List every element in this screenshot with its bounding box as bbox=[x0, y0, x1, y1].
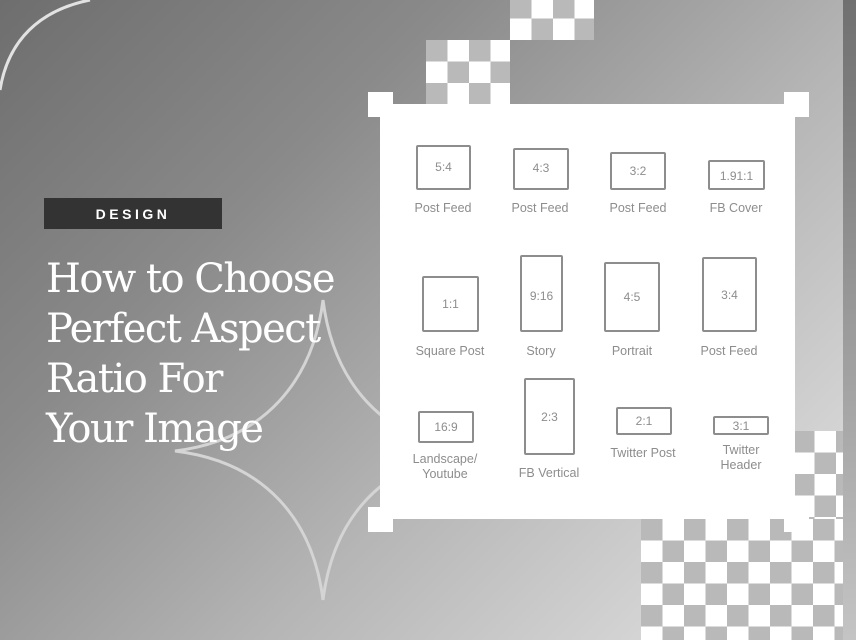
ratio-box-4-5: 4:5 bbox=[604, 262, 660, 332]
ratio-box-1-1: 1:1 bbox=[422, 276, 479, 332]
headline-line: Your Image bbox=[46, 406, 264, 452]
ratio-value: 1.91:1 bbox=[719, 169, 754, 183]
category-badge-label: DESIGN bbox=[95, 205, 171, 222]
headline-line: Perfect Aspect bbox=[46, 306, 321, 352]
ratio-value: 5:4 bbox=[435, 160, 452, 174]
ratio-value: 16:9 bbox=[434, 420, 458, 434]
ratio-box-3-1: 3:1 bbox=[713, 416, 769, 435]
ratio-value: 2:3 bbox=[541, 410, 558, 424]
category-badge[interactable]: DESIGN bbox=[44, 198, 222, 229]
ratio-label: Twitter Post bbox=[610, 446, 676, 460]
ratio-value: 4:5 bbox=[623, 290, 641, 304]
ratio-box-3-4: 3:4 bbox=[702, 257, 757, 332]
ratio-label: Post Feed bbox=[700, 344, 758, 358]
headline-line: How to Choose bbox=[46, 256, 336, 302]
headline: How to Choose Perfect Aspect Ratio For Y… bbox=[46, 254, 376, 454]
ratio-label-line: Landscape/ bbox=[412, 452, 478, 466]
ratio-value: 2:1 bbox=[635, 414, 653, 428]
ratio-value: 1:1 bbox=[442, 297, 459, 311]
ratio-label: Post Feed bbox=[511, 201, 569, 215]
ratio-value: 3:4 bbox=[721, 288, 738, 302]
ratio-label-line: Youtube bbox=[422, 467, 468, 481]
ratio-label: Story bbox=[526, 344, 556, 358]
ratio-value: 3:2 bbox=[629, 164, 647, 178]
ratio-label: Landscape/ Youtube bbox=[395, 452, 495, 482]
ratio-box-9-16: 9:16 bbox=[520, 255, 563, 332]
ratio-label-line: Header bbox=[720, 458, 762, 472]
ratio-value: 9:16 bbox=[529, 289, 554, 303]
ratio-box-2-1: 2:1 bbox=[616, 407, 672, 435]
ratio-value: 4:3 bbox=[532, 161, 550, 175]
ratio-box-1-91-1: 1.91:1 bbox=[708, 160, 765, 190]
ratio-box-16-9: 16:9 bbox=[418, 411, 474, 443]
ratio-label: FB Vertical bbox=[518, 466, 580, 480]
ratio-label-line: Twitter bbox=[722, 443, 760, 457]
headline-line: Ratio For bbox=[46, 356, 223, 402]
ratio-label: Square Post bbox=[415, 344, 485, 358]
ratio-box-2-3: 2:3 bbox=[524, 378, 575, 455]
ratio-box-5-4: 5:4 bbox=[416, 145, 471, 190]
ratio-label: Portrait bbox=[611, 344, 653, 358]
ratio-box-4-3: 4:3 bbox=[513, 148, 569, 190]
ratio-value: 3:1 bbox=[732, 419, 750, 433]
ratio-label: Post Feed bbox=[414, 201, 472, 215]
corner-arc-decoration bbox=[0, 0, 91, 91]
ratio-label: FB Cover bbox=[709, 201, 763, 215]
ratio-label: Post Feed bbox=[609, 201, 667, 215]
ratio-label: Twitter Header bbox=[691, 443, 791, 473]
ratio-box-3-2: 3:2 bbox=[610, 152, 666, 190]
